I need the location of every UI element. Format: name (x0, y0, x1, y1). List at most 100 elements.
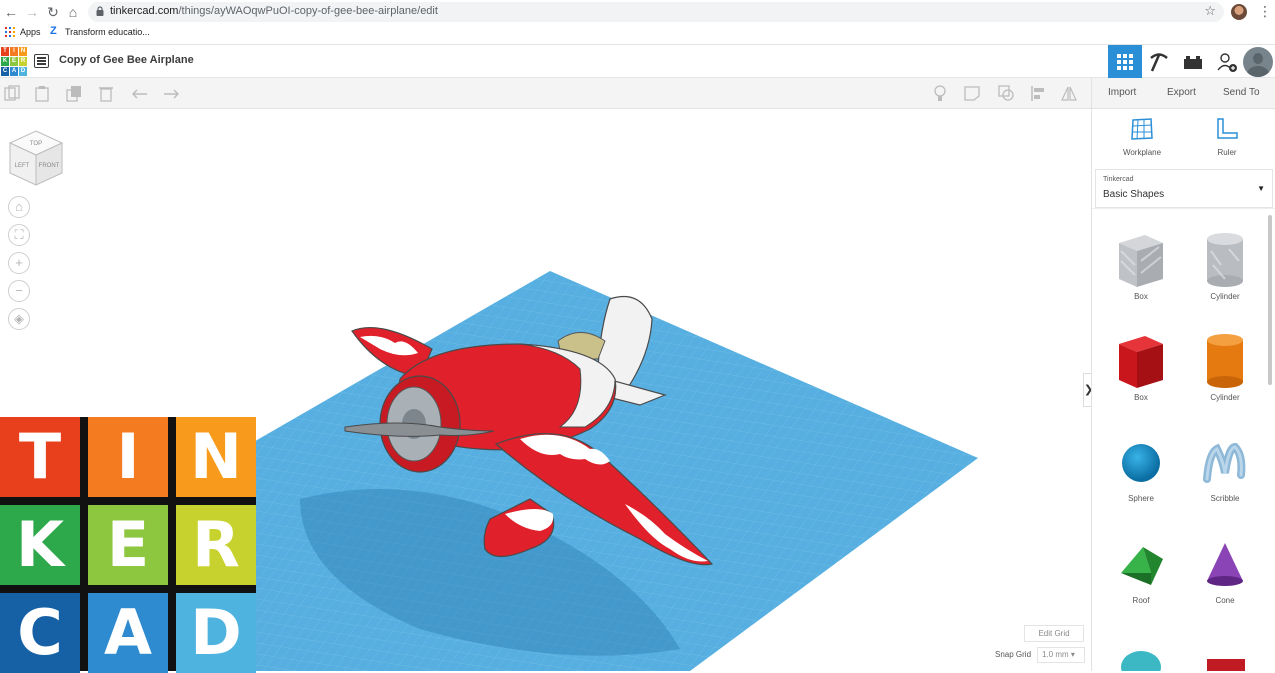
snap-grid-label: Snap Grid (995, 650, 1032, 659)
address-bar[interactable]: tinkercad.com/things/ayWAOqwPuOI-copy-of… (88, 2, 1224, 22)
import-button[interactable]: Import (1108, 87, 1136, 98)
ruler-icon (1217, 118, 1238, 139)
browser-chrome: ← → ↻ ⌂ tinkercad.com/things/ayWAOqwPuOI… (0, 0, 1275, 45)
blocks-view-button[interactable] (1142, 45, 1176, 78)
shape-label: Scribble (1210, 494, 1240, 503)
bookmark-transform[interactable]: Transform educatio... (65, 27, 150, 37)
apps-grid-icon (5, 27, 15, 37)
logo-letter: C (1, 67, 9, 76)
user-avatar[interactable] (1243, 47, 1273, 77)
viewcube-left-label: LEFT (15, 163, 30, 169)
bookmark-apps[interactable]: Apps (20, 27, 41, 37)
logo-letter: I (88, 417, 168, 497)
redo-icon[interactable] (163, 85, 179, 102)
forward-icon[interactable]: → (24, 4, 40, 20)
library-name: Basic Shapes (1103, 189, 1165, 200)
logo-letter: C (0, 593, 80, 673)
design-title[interactable]: Copy of Gee Bee Airplane (59, 54, 194, 66)
z-icon: Z (50, 25, 57, 37)
mirror-icon[interactable] (1061, 85, 1077, 102)
logo-letter: A (10, 67, 18, 76)
snap-grid-select[interactable]: 1.0 mm ▾ (1037, 647, 1085, 663)
panel-collapse-chevron-icon[interactable]: ❯ (1083, 373, 1091, 407)
shape-roof[interactable]: Roof (1106, 537, 1176, 605)
bookmark-star-icon[interactable]: ☆ (1204, 3, 1216, 19)
group-icon[interactable] (998, 85, 1014, 102)
logo-letter: D (176, 593, 256, 673)
shape-sphere[interactable]: Sphere (1106, 435, 1176, 503)
lock-icon (96, 6, 104, 16)
logo-letter: K (0, 505, 80, 585)
grid-icon (1117, 53, 1133, 70)
reload-icon[interactable]: ↻ (45, 4, 61, 20)
logo-letter: N (176, 417, 256, 497)
box-hole-icon (1119, 235, 1163, 287)
shape-partial-icon (1121, 651, 1161, 671)
shape-scribble[interactable]: Scribble (1190, 435, 1260, 503)
export-button[interactable]: Export (1167, 87, 1196, 98)
shape-label: Cone (1215, 596, 1235, 605)
shape-box[interactable]: Box (1106, 332, 1176, 402)
workplane-tool[interactable]: Workplane (1107, 117, 1177, 157)
caret-down-icon: ▼ (1257, 184, 1265, 193)
logo-letter: R (19, 57, 27, 66)
3d-design-view-button[interactable] (1108, 45, 1142, 78)
design-list-icon[interactable] (34, 54, 49, 68)
fit-view-icon[interactable]: ⛶ (8, 224, 30, 246)
shape-label: Box (1134, 393, 1148, 402)
cylinder-icon (1207, 334, 1243, 388)
shape-box-hole[interactable]: Box (1106, 231, 1176, 301)
zoom-out-icon[interactable]: − (8, 280, 30, 302)
zoom-in-icon[interactable]: + (8, 252, 30, 274)
workplane-label: Workplane (1122, 148, 1162, 157)
shape-cylinder[interactable]: Cylinder (1190, 332, 1260, 402)
invite-user-button[interactable] (1210, 45, 1244, 78)
browser-menu-icon[interactable]: ⋮ (1258, 3, 1272, 19)
divider (1092, 208, 1275, 209)
shape-label: Box (1134, 292, 1148, 301)
logo-letter: T (0, 417, 80, 497)
cylinder-hole-icon (1207, 233, 1243, 287)
panel-scrollbar[interactable] (1268, 215, 1272, 385)
shape-cylinder-hole[interactable]: Cylinder (1190, 231, 1260, 301)
back-icon[interactable]: ← (3, 4, 19, 20)
duplicate-icon[interactable] (66, 85, 82, 102)
delete-icon[interactable] (98, 85, 114, 102)
ruler-tool[interactable]: Ruler (1192, 117, 1262, 157)
logo-letter: D (19, 67, 27, 76)
shape-library-dropdown[interactable]: Tinkercad Basic Shapes ▼ (1095, 169, 1273, 208)
library-provider: Tinkercad (1103, 176, 1134, 183)
shape-partial-2[interactable] (1190, 649, 1260, 671)
paste-icon[interactable] (34, 85, 50, 102)
perspective-icon[interactable]: ◈ (8, 308, 30, 330)
logo-letter: T (1, 47, 9, 56)
logo-letter: R (176, 505, 256, 585)
cone-icon (1207, 543, 1243, 586)
home-icon[interactable]: ⌂ (65, 4, 81, 20)
send-to-button[interactable]: Send To (1223, 87, 1260, 98)
brick-icon (1184, 55, 1202, 69)
profile-avatar[interactable] (1231, 4, 1247, 20)
logo-letter: E (88, 505, 168, 585)
add-user-icon (1217, 52, 1237, 72)
shape-cone[interactable]: Cone (1190, 537, 1260, 605)
view-cube[interactable]: TOP LEFT FRONT (8, 129, 64, 187)
workplane-icon (1131, 118, 1153, 140)
url-text: tinkercad.com/things/ayWAOqwPuOI-copy-of… (110, 5, 438, 17)
pickaxe-icon (1150, 52, 1168, 72)
edit-toolbar (0, 78, 1091, 109)
viewcube-top-label: TOP (30, 141, 42, 147)
lightbulb-icon[interactable] (932, 85, 948, 102)
edit-grid-button[interactable]: Edit Grid (1024, 625, 1084, 642)
shape-partial-1[interactable] (1106, 639, 1176, 671)
align-icon[interactable] (1030, 85, 1046, 102)
home-view-icon[interactable]: ⌂ (8, 196, 30, 218)
sphere-icon (1122, 444, 1160, 482)
tinkercad-logo[interactable]: T I N K E R C A D (1, 47, 27, 76)
undo-icon[interactable] (132, 85, 148, 102)
copy-icon[interactable] (4, 85, 20, 102)
note-icon[interactable] (964, 85, 980, 102)
import-export-tabs: Import Export Send To (1091, 78, 1275, 109)
shape-label: Cylinder (1210, 292, 1240, 301)
bricks-view-button[interactable] (1176, 45, 1210, 78)
